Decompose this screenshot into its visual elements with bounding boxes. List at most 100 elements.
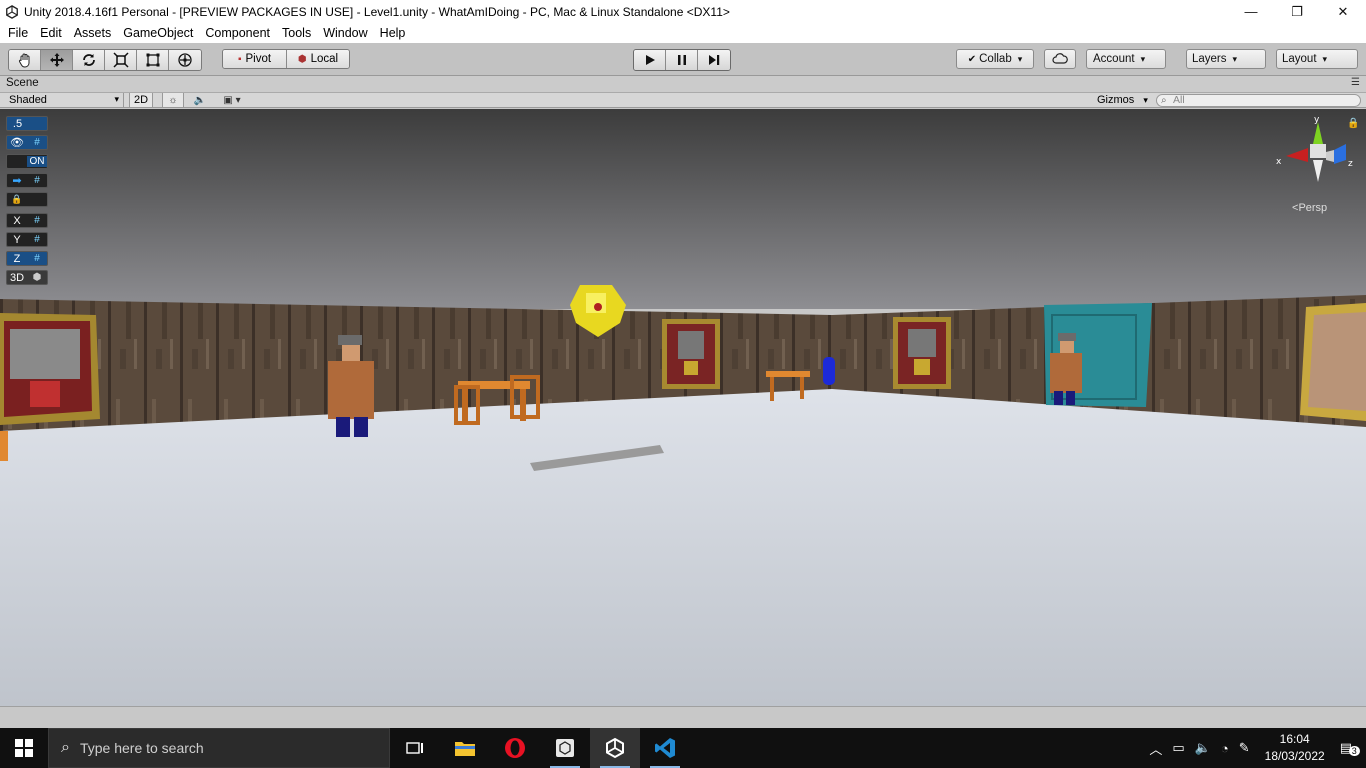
menu-help[interactable]: Help — [374, 26, 412, 40]
battery-icon[interactable]: ▭ — [1167, 740, 1189, 756]
grid-icon: # — [34, 253, 40, 264]
network-icon[interactable]: ◔ — [1216, 741, 1234, 756]
pause-button[interactable] — [666, 50, 698, 70]
scene-search-input[interactable]: ⌕ All — [1156, 94, 1361, 107]
transform-tool-button[interactable] — [169, 50, 201, 70]
step-button[interactable] — [698, 50, 730, 70]
axis-y-toggle[interactable]: Y # — [6, 232, 48, 247]
scene-tab-header: Scene ☰ — [0, 76, 1366, 92]
unity-hub-button[interactable] — [540, 728, 590, 768]
scale-tool-button[interactable] — [105, 50, 137, 70]
folder-icon — [455, 742, 475, 756]
status-bar — [0, 706, 1366, 728]
check-icon: ✔ — [967, 53, 977, 65]
axis-x-toggle[interactable]: X # — [6, 213, 48, 228]
menu-file[interactable]: File — [2, 26, 34, 40]
collab-dropdown[interactable]: ✔ Collab — [956, 49, 1034, 69]
cloud-button[interactable] — [1044, 49, 1076, 69]
axis-gizmo-icon: y x z — [1276, 115, 1353, 182]
file-explorer-button[interactable] — [440, 728, 490, 768]
audio-toggle[interactable]: 🔈 — [188, 93, 212, 108]
opera-icon — [505, 738, 525, 758]
menu-component[interactable]: Component — [199, 26, 276, 40]
lock-icon: 🔒 — [11, 194, 23, 204]
menu-bar: File Edit Assets GameObject Component To… — [0, 23, 1366, 43]
maximize-button[interactable]: ❐ — [1274, 0, 1320, 23]
move-arrows-icon — [49, 53, 64, 67]
menu-assets[interactable]: Assets — [68, 26, 118, 40]
taskbar-search-input[interactable]: ⌕ Type here to search — [48, 728, 390, 768]
unity-icon — [606, 737, 624, 759]
snap-on-toggle[interactable]: ON — [6, 154, 48, 169]
unity-hub-icon — [556, 739, 574, 757]
unity-editor-window: Unity 2018.4.16f1 Personal - [PREVIEW PA… — [0, 0, 1366, 768]
volume-icon[interactable]: 🔈 — [1190, 740, 1216, 756]
notifications-button[interactable]: ▤ 3 — [1335, 740, 1366, 756]
gizmos-dropdown[interactable]: Gizmos — [1097, 93, 1150, 108]
menu-tools[interactable]: Tools — [276, 26, 317, 40]
layers-dropdown[interactable]: Layers — [1186, 49, 1266, 69]
start-button[interactable] — [0, 728, 48, 768]
scene-tab[interactable]: Scene — [6, 77, 39, 89]
lock-toggle[interactable]: 🔒 — [6, 192, 48, 207]
grid-snap-value[interactable]: .5 — [6, 116, 48, 131]
painting-right — [893, 317, 951, 389]
shading-mode-dropdown[interactable]: Shaded — [4, 93, 124, 108]
search-icon: ⌕ — [61, 739, 70, 756]
close-button[interactable]: ✕ — [1320, 0, 1366, 23]
orientation-gizmo[interactable]: y x z 🔒 <Persp — [1274, 115, 1364, 226]
minimize-button[interactable]: — — [1228, 0, 1274, 23]
rotate-tool-button[interactable] — [73, 50, 105, 70]
system-tray: ︿ ▭ 🔈 ◔ ✎ 16:04 18/03/2022 ▤ 3 — [1144, 728, 1366, 768]
pivot-toggles: ▪ Pivot ⬢ Local — [222, 49, 350, 69]
vscode-button[interactable] — [640, 728, 690, 768]
chevron-up-icon[interactable]: ︿ — [1144, 739, 1167, 758]
lighting-toggle[interactable]: ☼ — [162, 93, 184, 108]
sun-icon: ☼ — [168, 94, 178, 106]
unity-editor-button[interactable] — [590, 728, 640, 768]
grid-icon: # — [34, 175, 40, 186]
task-view-button[interactable] — [390, 728, 440, 768]
pivot-button[interactable]: ▪ Pivot — [223, 50, 287, 68]
scene-viewport[interactable] — [0, 109, 1366, 706]
local-button[interactable]: ⬢ Local — [287, 50, 349, 68]
projection-toggle[interactable]: <Persp — [1292, 202, 1327, 214]
pen-icon[interactable]: ✎ — [1234, 740, 1255, 756]
3d-toggle[interactable]: 3D ⬢ — [6, 270, 48, 285]
panel-menu-icon[interactable]: ☰ — [1351, 77, 1360, 88]
clock[interactable]: 16:04 18/03/2022 — [1255, 731, 1335, 765]
grid-icon: # — [34, 215, 40, 226]
axis-z-toggle[interactable]: Z # — [6, 251, 48, 266]
main-toolbar: ▪ Pivot ⬢ Local ✔ Collab ▾ Account ▾ Lay… — [0, 43, 1366, 76]
vase — [823, 357, 835, 385]
move-snap-toggle[interactable]: ➡ # — [6, 173, 48, 188]
play-button[interactable] — [634, 50, 666, 70]
gizmo-lock-icon[interactable]: 🔒 — [1347, 118, 1359, 129]
opera-browser-button[interactable] — [490, 728, 540, 768]
move-tool-button[interactable] — [41, 50, 73, 70]
task-view-icon — [406, 742, 423, 754]
window-title: Unity 2018.4.16f1 Personal - [PREVIEW PA… — [24, 4, 730, 19]
grid-icon: # — [34, 137, 40, 148]
play-controls — [633, 49, 731, 71]
title-bar: Unity 2018.4.16f1 Personal - [PREVIEW PA… — [0, 0, 1366, 23]
pivot-icon: ▪ — [237, 53, 242, 65]
play-icon — [645, 55, 655, 65]
rect-tool-button[interactable] — [137, 50, 169, 70]
menu-window[interactable]: Window — [317, 26, 373, 40]
effects-dropdown[interactable]: ▣ ▾ — [216, 93, 248, 108]
painting-far-right — [1300, 303, 1366, 421]
hand-tool-button[interactable] — [9, 50, 41, 70]
unity-logo-icon — [6, 4, 18, 19]
menu-gameobject[interactable]: GameObject — [117, 26, 199, 40]
scene-view-toolbar: Shaded 2D ☼ 🔈 ▣ ▾ Gizmos ⌕ All — [0, 92, 1366, 108]
grid-visibility-toggle[interactable]: 👁 # — [6, 135, 48, 150]
cloud-icon — [1052, 53, 1068, 64]
vscode-icon — [655, 738, 675, 758]
account-dropdown[interactable]: Account — [1086, 49, 1166, 69]
axis-y-label: y — [1314, 116, 1320, 125]
menu-edit[interactable]: Edit — [34, 26, 68, 40]
layout-dropdown[interactable]: Layout — [1276, 49, 1358, 69]
2d-mode-toggle[interactable]: 2D — [129, 93, 153, 108]
windows-logo-icon — [15, 739, 33, 757]
